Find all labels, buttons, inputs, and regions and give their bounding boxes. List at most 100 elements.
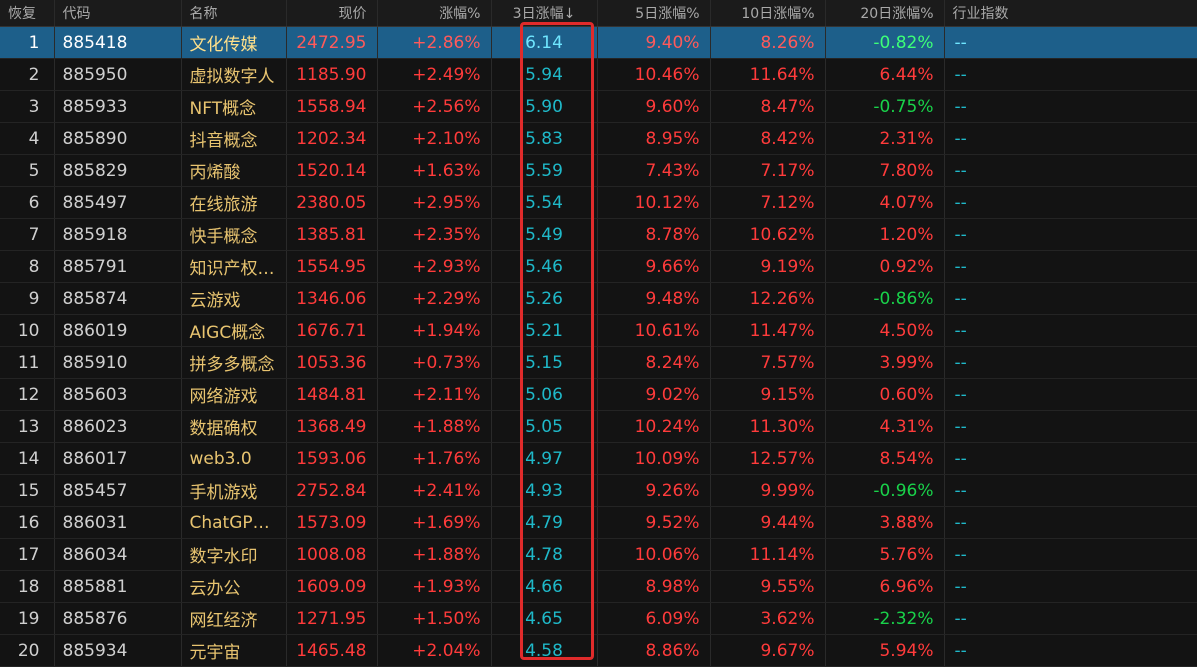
row-index: 5 — [0, 154, 55, 187]
sector-name: 快手概念 — [181, 218, 287, 251]
industry-index: -- — [944, 90, 1197, 123]
current-price: 2472.95 — [286, 26, 378, 59]
table-row[interactable]: 20 885934 元宇宙 1465.48 +2.04% 4.58 8.86% 9.67% 5.… — [0, 634, 1197, 667]
stock-code: 885950 — [54, 58, 182, 91]
industry-index: -- — [944, 282, 1197, 315]
10day-change: 8.26% — [710, 26, 826, 59]
industry-index: -- — [944, 58, 1197, 91]
stock-code: 885497 — [54, 186, 182, 219]
header-industry-index[interactable]: 行业指数 — [944, 0, 1197, 27]
sector-name: 云办公 — [181, 570, 287, 603]
table-row[interactable]: 13 886023 数据确权 1368.49 +1.88% 5.05 10.24% 11.30… — [0, 410, 1197, 443]
change-percent: +1.76% — [377, 442, 492, 475]
change-percent: +0.73% — [377, 346, 492, 379]
table-row[interactable]: 9 885874 云游戏 1346.06 +2.29% 5.26 9.48% 12.26% -0… — [0, 282, 1197, 315]
row-index: 4 — [0, 122, 55, 155]
current-price: 1520.14 — [286, 154, 378, 187]
header-price[interactable]: 现价 — [286, 0, 378, 27]
sector-name: 元宇宙 — [181, 634, 287, 667]
10day-change: 11.64% — [710, 58, 826, 91]
3day-change: 4.65 — [491, 602, 598, 635]
stock-code: 885829 — [54, 154, 182, 187]
20day-change: 0.60% — [825, 378, 945, 411]
20day-change: 8.54% — [825, 442, 945, 475]
5day-change: 10.24% — [597, 410, 711, 443]
current-price: 1465.48 — [286, 634, 378, 667]
table-row[interactable]: 11 885910 拼多多概念 1053.36 +0.73% 5.15 8.24% 7.57%… — [0, 346, 1197, 379]
table-row[interactable]: 10 886019 AIGC概念 1676.71 +1.94% 5.21 10.61% 11.… — [0, 314, 1197, 347]
stock-code: 885874 — [54, 282, 182, 315]
header-5day-change[interactable]: 5日涨幅% — [597, 0, 711, 27]
stock-code: 885933 — [54, 90, 182, 123]
table-row[interactable]: 19 885876 网红经济 1271.95 +1.50% 4.65 6.09% 3.62% -… — [0, 602, 1197, 635]
industry-index: -- — [944, 314, 1197, 347]
5day-change: 8.78% — [597, 218, 711, 251]
table-row[interactable]: 8 885791 知识产权… 1554.95 +2.93% 5.46 9.66% 9.19% 0… — [0, 250, 1197, 283]
header-3day-change[interactable]: 3日涨幅↓ — [491, 0, 598, 27]
change-percent: +1.94% — [377, 314, 492, 347]
3day-change: 5.46 — [491, 250, 598, 283]
table-row[interactable]: 1 885418 文化传媒 2472.95 +2.86% 6.14 9.40% 8.26% -0… — [0, 26, 1197, 59]
change-percent: +2.29% — [377, 282, 492, 315]
20day-change: 5.76% — [825, 538, 945, 571]
table-row[interactable]: 5 885829 丙烯酸 1520.14 +1.63% 5.59 7.43% 7.17% 7.8… — [0, 154, 1197, 187]
sector-name: 丙烯酸 — [181, 154, 287, 187]
5day-change: 9.48% — [597, 282, 711, 315]
header-change[interactable]: 涨幅% — [377, 0, 492, 27]
20day-change: 6.96% — [825, 570, 945, 603]
10day-change: 9.55% — [710, 570, 826, 603]
table-row[interactable]: 2 885950 虚拟数字人 1185.90 +2.49% 5.94 10.46% 11.64… — [0, 58, 1197, 91]
header-restore[interactable]: 恢复 — [0, 0, 55, 27]
header-code[interactable]: 代码 — [54, 0, 182, 27]
table-row[interactable]: 6 885497 在线旅游 2380.05 +2.95% 5.54 10.12% 7.12% 4… — [0, 186, 1197, 219]
3day-change: 5.05 — [491, 410, 598, 443]
table-row[interactable]: 18 885881 云办公 1609.09 +1.93% 4.66 8.98% 9.55% 6.… — [0, 570, 1197, 603]
20day-change: -0.82% — [825, 26, 945, 59]
table-row[interactable]: 15 885457 手机游戏 2752.84 +2.41% 4.93 9.26% 9.99% -… — [0, 474, 1197, 507]
header-20day-change[interactable]: 20日涨幅% — [825, 0, 945, 27]
table-row[interactable]: 17 886034 数字水印 1008.08 +1.88% 4.78 10.06% 11.14… — [0, 538, 1197, 571]
20day-change: 5.94% — [825, 634, 945, 667]
change-percent: +2.41% — [377, 474, 492, 507]
table-row[interactable]: 4 885890 抖音概念 1202.34 +2.10% 5.83 8.95% 8.42% 2.… — [0, 122, 1197, 155]
10day-change: 8.47% — [710, 90, 826, 123]
industry-index: -- — [944, 602, 1197, 635]
stock-code: 886023 — [54, 410, 182, 443]
change-percent: +1.63% — [377, 154, 492, 187]
10day-change: 11.14% — [710, 538, 826, 571]
header-10day-change[interactable]: 10日涨幅% — [710, 0, 826, 27]
3day-change: 5.21 — [491, 314, 598, 347]
row-index: 20 — [0, 634, 55, 667]
10day-change: 9.67% — [710, 634, 826, 667]
stock-code: 886017 — [54, 442, 182, 475]
5day-change: 9.52% — [597, 506, 711, 539]
3day-change: 5.83 — [491, 122, 598, 155]
current-price: 2752.84 — [286, 474, 378, 507]
5day-change: 6.09% — [597, 602, 711, 635]
current-price: 1593.06 — [286, 442, 378, 475]
industry-index: -- — [944, 410, 1197, 443]
table-row[interactable]: 3 885933 NFT概念 1558.94 +2.56% 5.90 9.60% 8.47% -… — [0, 90, 1197, 123]
sector-name: 手机游戏 — [181, 474, 287, 507]
table-row[interactable]: 7 885918 快手概念 1385.81 +2.35% 5.49 8.78% 10.62% 1… — [0, 218, 1197, 251]
table-row[interactable]: 14 886017 web3.0 1593.06 +1.76% 4.97 10.09% 12.… — [0, 442, 1197, 475]
row-index: 8 — [0, 250, 55, 283]
current-price: 1368.49 — [286, 410, 378, 443]
sector-name: 网络游戏 — [181, 378, 287, 411]
change-percent: +1.88% — [377, 410, 492, 443]
table-row[interactable]: 16 886031 ChatGPT… 1573.09 +1.69% 4.79 9.52% 9.… — [0, 506, 1197, 539]
10day-change: 11.30% — [710, 410, 826, 443]
row-index: 12 — [0, 378, 55, 411]
row-index: 1 — [0, 26, 55, 59]
industry-index: -- — [944, 250, 1197, 283]
header-name[interactable]: 名称 — [181, 0, 287, 27]
3day-change: 4.93 — [491, 474, 598, 507]
industry-index: -- — [944, 218, 1197, 251]
current-price: 2380.05 — [286, 186, 378, 219]
row-index: 6 — [0, 186, 55, 219]
industry-index: -- — [944, 346, 1197, 379]
change-percent: +2.11% — [377, 378, 492, 411]
table-row[interactable]: 12 885603 网络游戏 1484.81 +2.11% 5.06 9.02% 9.15% 0… — [0, 378, 1197, 411]
current-price: 1346.06 — [286, 282, 378, 315]
10day-change: 12.57% — [710, 442, 826, 475]
